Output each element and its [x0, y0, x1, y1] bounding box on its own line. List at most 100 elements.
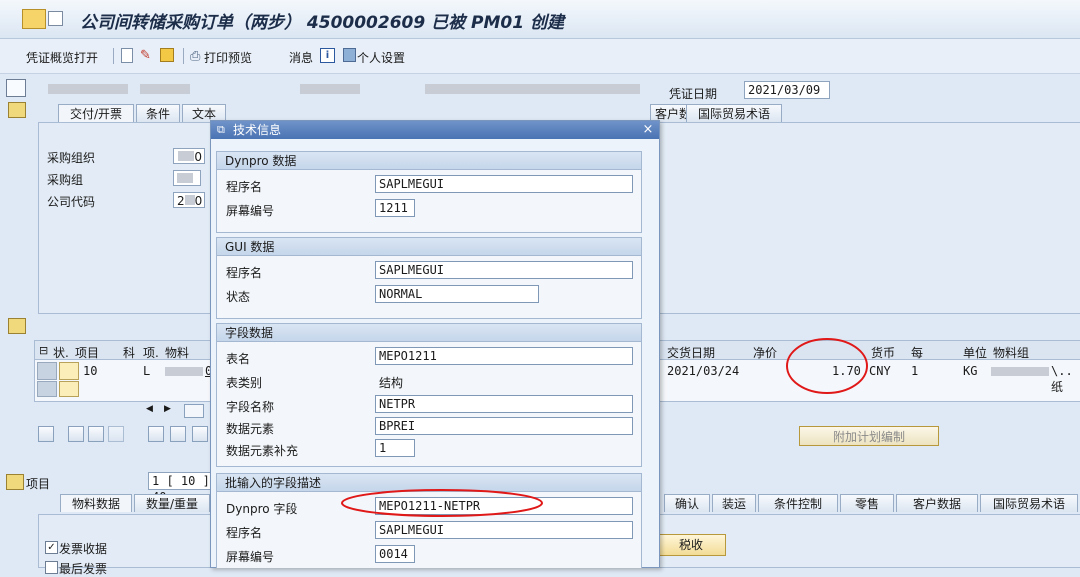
dynpro-screen-field[interactable]: 1211 — [375, 199, 415, 217]
print-preview-button[interactable]: 打印预览 — [204, 49, 252, 66]
field-name-label: 字段名称 — [226, 400, 275, 414]
col-item[interactable]: 项目 — [75, 344, 99, 361]
table-type-label: 表类别 — [226, 376, 263, 390]
personal-settings-icon — [343, 48, 356, 62]
cell-acct[interactable]: L — [143, 364, 150, 378]
dialog-title: 技术信息 — [233, 123, 282, 137]
tab-retail[interactable]: 零售 — [840, 494, 894, 512]
application-toolbar: 凭证概览打开 ✎ ⎙ 打印预览 消息 i 个人设置 — [0, 39, 1080, 74]
data-element-supplement-field[interactable]: 1 — [375, 439, 415, 457]
table-name-field[interactable]: MEPO1211 — [375, 347, 633, 365]
tab-item-incoterms[interactable]: 国际贸易术语 — [980, 494, 1078, 512]
redacted-material-group — [991, 367, 1049, 376]
tab-conditions[interactable]: 条件 — [136, 104, 180, 122]
additional-planning-button[interactable]: 附加计划编制 — [799, 426, 939, 446]
batch-screen-field[interactable]: 0014 — [375, 545, 415, 563]
dynpro-program-field[interactable]: SAPLMEGUI — [375, 175, 633, 193]
field-name-field[interactable]: NETPR — [375, 395, 633, 413]
tab-delivery-invoice[interactable]: 交付/开票 — [58, 104, 134, 122]
personal-settings-button[interactable]: 个人设置 — [357, 49, 405, 66]
col-item-cat[interactable]: 项. — [143, 344, 159, 361]
highlight-ellipse-dynpro-field — [341, 489, 543, 517]
tab-item-customer-data[interactable]: 客户数据 — [896, 494, 978, 512]
tab-quantity-weight[interactable]: 数量/重量 — [134, 494, 210, 512]
new-document-icon[interactable] — [121, 48, 133, 63]
cell-material-group[interactable]: \.. 纸 — [1051, 364, 1080, 395]
item-detail-toggle-icon[interactable] — [6, 474, 24, 490]
col-currency[interactable]: 货币 — [871, 344, 895, 361]
data-element-field[interactable]: BPREI — [375, 417, 633, 435]
edit-glasses-icon[interactable]: ✎ — [140, 48, 154, 63]
document-type-icon — [6, 79, 26, 97]
close-icon[interactable]: × — [639, 121, 657, 139]
tax-button[interactable]: 税收 — [656, 534, 726, 556]
col-unit[interactable]: 单位 — [963, 344, 987, 361]
scroll-left-icon[interactable]: ◀ — [146, 404, 153, 414]
item-selector-field[interactable]: 1 [ 10 ] 40 — [148, 472, 212, 504]
title-bar: 公司间转储采购订单（两步） 4500002609 已被 PM01 创建 — [0, 0, 1080, 39]
window-menu-icon[interactable] — [48, 11, 63, 26]
highlight-ellipse-price — [786, 338, 868, 394]
dynpro-program-label: 程序名 — [226, 180, 263, 194]
cell-currency[interactable]: CNY — [869, 364, 891, 378]
gui-status-field[interactable]: NORMAL — [375, 285, 539, 303]
invoice-receipt-checkbox[interactable]: ✓ — [45, 541, 58, 554]
col-material[interactable]: 物料 — [165, 344, 189, 361]
table-name-label: 表名 — [226, 352, 251, 366]
cell-unit[interactable]: KG — [963, 364, 977, 378]
header-toggle-icon[interactable] — [8, 102, 26, 118]
table-settings-icon[interactable]: ⊟ — [39, 344, 48, 357]
purch-org-value: 0 — [194, 150, 202, 164]
col-net-price[interactable]: 净价 — [753, 344, 777, 361]
toolbar-separator — [113, 48, 114, 64]
horizontal-scroller[interactable]: ◀ ▶ — [140, 404, 210, 418]
row-selector[interactable] — [37, 381, 57, 397]
row-selector[interactable] — [37, 362, 57, 380]
select-all-button[interactable] — [68, 426, 84, 442]
tab-condition-control[interactable]: 条件控制 — [758, 494, 838, 512]
tab-material-data[interactable]: 物料数据 — [60, 494, 132, 512]
menu-icon[interactable] — [22, 9, 46, 29]
redacted-field — [48, 84, 128, 94]
document-date-label: 凭证日期 — [669, 87, 718, 101]
scroll-thumb[interactable] — [184, 404, 204, 418]
gui-program-field[interactable]: SAPLMEGUI — [375, 261, 633, 279]
company-code-suffix: 0 — [194, 194, 203, 208]
cell-delivery-date[interactable]: 2021/03/24 — [667, 364, 739, 378]
col-delivery-date[interactable]: 交货日期 — [667, 344, 715, 361]
document-date-field[interactable]: 2021/03/09 — [744, 81, 830, 99]
company-code-field[interactable]: 20 — [173, 192, 205, 208]
redacted-field — [300, 84, 360, 94]
unlock-button[interactable] — [192, 426, 208, 442]
batch-program-field[interactable]: SAPLMEGUI — [375, 521, 633, 539]
deselect-button[interactable] — [108, 426, 124, 442]
scroll-right-icon[interactable]: ▶ — [164, 404, 171, 414]
print-preview-icon: ⎙ — [190, 49, 201, 64]
tab-incoterms[interactable]: 国际贸易术语 — [686, 104, 782, 122]
cell-per[interactable]: 1 — [911, 364, 918, 378]
item-overview-toggle-icon[interactable] — [8, 318, 26, 334]
tab-shipping[interactable]: 装运 — [712, 494, 756, 512]
tab-confirmation[interactable]: 确认 — [664, 494, 710, 512]
toolbar-separator — [183, 48, 184, 64]
details-button[interactable] — [38, 426, 54, 442]
dialog-title-bar[interactable]: ⧉ 技术信息 × — [211, 121, 659, 139]
messages-button[interactable]: 消息 — [289, 49, 313, 66]
final-invoice-label: 最后发票 — [59, 562, 108, 576]
select-block-button[interactable] — [88, 426, 104, 442]
final-invoice-checkbox[interactable] — [45, 561, 58, 574]
cell-item[interactable]: 10 — [83, 364, 97, 378]
purch-org-field[interactable]: 0 — [173, 148, 205, 164]
col-status[interactable]: 状. — [53, 344, 69, 361]
other-document-icon[interactable] — [160, 48, 174, 62]
lock-button[interactable] — [170, 426, 186, 442]
document-overview-button[interactable]: 凭证概览打开 — [26, 49, 98, 66]
dynpro-data-group: Dynpro 数据 程序名 SAPLMEGUI 屏幕编号 1211 — [216, 151, 642, 233]
page-title: 公司间转储采购订单（两步） 4500002609 已被 PM01 创建 — [80, 13, 564, 33]
delete-button[interactable] — [148, 426, 164, 442]
purch-group-field[interactable] — [173, 170, 201, 186]
info-icon[interactable]: i — [320, 48, 335, 63]
col-material-group[interactable]: 物料组 — [993, 344, 1029, 361]
col-acct[interactable]: 科 — [123, 344, 135, 361]
col-per[interactable]: 每 — [911, 344, 923, 361]
